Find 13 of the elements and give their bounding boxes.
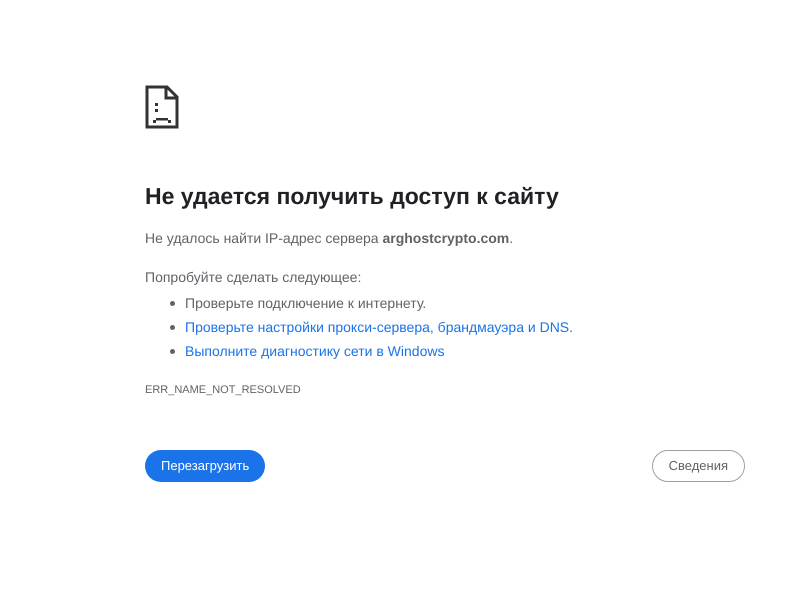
- bullet-icon: [170, 325, 175, 330]
- suggestion-link[interactable]: Проверьте настройки прокси-сервера, брандмауэра и DNS.: [185, 317, 574, 338]
- sad-page-icon: [145, 85, 179, 129]
- reload-button[interactable]: Перезагрузить: [145, 450, 266, 482]
- error-code: ERR_NAME_NOT_RESOLVED: [145, 382, 302, 398]
- suggestion-link[interactable]: Выполните диагностику сети в Windows: [185, 341, 444, 362]
- details-button[interactable]: Сведения: [652, 450, 745, 482]
- bullet-icon: [170, 349, 175, 354]
- error-title: Не удается получить доступ к сайту: [145, 182, 560, 211]
- error-message: Не удалось найти IP-адрес сервера arghostcrypto.com.: [145, 228, 514, 248]
- suggestion-text: Проверьте подключение к интернету.: [185, 294, 426, 313]
- suggestions-heading: Попробуйте сделать следующее:: [145, 268, 362, 287]
- bullet-icon: [170, 301, 175, 306]
